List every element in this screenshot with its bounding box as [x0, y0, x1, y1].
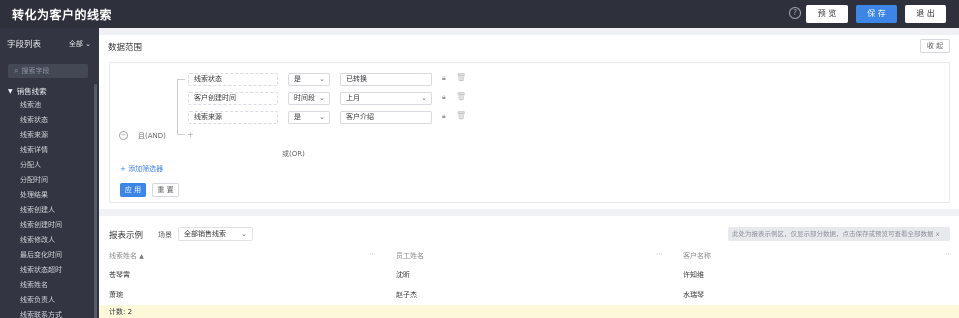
field-item[interactable]: 最后变化时间	[0, 248, 99, 263]
exit-button[interactable]: 退 出	[905, 5, 946, 23]
condition-operator-select[interactable]: 时间段 ⌄	[288, 92, 330, 105]
help-icon[interactable]: ?	[789, 7, 801, 19]
preview-notice[interactable]: 此处为报表示例区，仅显示部分数据，点击保存或预览可查看全部数据 x	[728, 227, 950, 241]
delete-icon[interactable]: 🗑︎	[456, 92, 466, 101]
delete-icon[interactable]: 🗑︎	[456, 111, 466, 120]
chevron-down-icon: ⌄	[85, 40, 91, 48]
save-button[interactable]: 保 存	[856, 5, 897, 23]
table-cell: 萧琬	[109, 291, 123, 299]
field-item[interactable]: 线索状态	[0, 113, 99, 128]
table-cell: 许知维	[683, 271, 704, 279]
delete-icon[interactable]: 🗑︎	[456, 73, 466, 82]
lock-icon[interactable]: 🔒︎	[442, 93, 446, 102]
condition-operator-select[interactable]: 是 ⌄	[288, 73, 330, 86]
collapse-group-icon[interactable]: −	[119, 131, 128, 140]
field-item[interactable]: 分配时间	[0, 173, 99, 188]
apply-button[interactable]: 应 用	[120, 183, 146, 197]
table-header: 线索姓名 ▲ ⋯ 员工姓名 ⋯ 客户名称 ⋯	[99, 250, 959, 263]
top-bar: 转化为客户的线索 ? 预 览 保 存 退 出	[0, 0, 959, 28]
field-item[interactable]: 线索联系方式	[0, 308, 99, 318]
field-item[interactable]: 线索负责人	[0, 293, 99, 308]
field-list: 线索池 线索状态 线索来源 线索详情 分配人 分配时间 处理结果 线索创建人 线…	[0, 98, 99, 318]
field-filter-label: 全部	[68, 40, 83, 48]
scene-select[interactable]: 全部销售线索 ⌄	[178, 227, 253, 241]
collapse-button[interactable]: 收 起	[920, 39, 950, 53]
field-item[interactable]: 线索来源	[0, 128, 99, 143]
field-item[interactable]: 线索姓名	[0, 278, 99, 293]
field-group-sales-leads[interactable]: ▼ 销售线索	[0, 84, 99, 98]
condition-field-select[interactable]: 线索来源	[188, 111, 278, 124]
data-range-panel: 数据范围 收 起 − 且(AND) 线索状态 是 ⌄ 已转换 🔒︎ 🗑︎ 客户创建…	[99, 35, 959, 209]
condition-operator-select[interactable]: 是 ⌄	[288, 111, 330, 124]
preview-button[interactable]: 预 览	[806, 5, 848, 23]
column-menu-icon[interactable]: ⋯	[945, 250, 952, 258]
condition-operator-value: 时间段	[294, 94, 315, 102]
and-bracket	[177, 79, 185, 135]
condition-value-input[interactable]: 客户介绍	[340, 111, 432, 124]
reset-button[interactable]: 重 置	[152, 183, 179, 197]
column-header[interactable]: 客户名称	[683, 251, 711, 261]
condition-field-select[interactable]: 客户创建时间	[188, 92, 278, 105]
table-cell: 苍琴霄	[109, 271, 130, 279]
table-cell: 赵子杰	[396, 291, 417, 299]
add-condition-icon[interactable]: +	[187, 130, 194, 139]
column-header-label: 线索姓名	[109, 252, 137, 260]
lock-icon[interactable]: 🔒︎	[442, 74, 446, 83]
field-item[interactable]: 分配人	[0, 158, 99, 173]
chevron-down-icon: ⌄	[241, 230, 247, 238]
table-cell: 水瑞琴	[683, 291, 704, 299]
sidebar-scrollbar[interactable]	[94, 84, 97, 318]
scene-select-value: 全部销售线索	[184, 230, 226, 238]
report-example-title: 报表示例	[109, 231, 144, 241]
field-list-sidebar: 字段列表 全部 ⌄ ⌕ 搜索字段 ▼ 销售线索 线索池 线索状态 线索来源 线索…	[0, 28, 99, 318]
or-operator-label[interactable]: 或(OR)	[282, 149, 305, 159]
field-item[interactable]: 线索详情	[0, 143, 99, 158]
column-menu-icon[interactable]: ⋯	[369, 250, 376, 258]
sidebar-header: 字段列表 全部 ⌄	[0, 28, 99, 60]
field-item[interactable]: 线索创建时间	[0, 218, 99, 233]
sort-icon: ▲	[139, 253, 144, 260]
scene-label: 场景	[158, 231, 172, 239]
chevron-down-icon: ⌄	[319, 75, 325, 83]
filter-group: − 且(AND) 线索状态 是 ⌄ 已转换 🔒︎ 🗑︎ 客户创建时间 时间段 ⌄ 上…	[109, 62, 950, 203]
row-count: 计数: 2	[109, 308, 133, 316]
condition-field-select[interactable]: 线索状态	[188, 73, 278, 86]
data-range-title: 数据范围	[108, 43, 143, 53]
field-item[interactable]: 线索状态超时	[0, 263, 99, 278]
chevron-down-icon: ⌄	[421, 94, 427, 102]
field-filter-dropdown[interactable]: 全部 ⌄	[69, 39, 91, 49]
column-menu-icon[interactable]: ⋯	[656, 250, 663, 258]
and-operator-label[interactable]: 且(AND)	[138, 131, 166, 141]
table-footer: 计数: 2	[99, 305, 959, 318]
chevron-down-icon: ⌄	[319, 113, 325, 121]
field-item[interactable]: 线索创建人	[0, 203, 99, 218]
column-header[interactable]: 员工姓名	[396, 251, 424, 261]
caret-down-icon: ▼	[8, 87, 13, 95]
sidebar-title: 字段列表	[7, 40, 42, 50]
condition-operator-value: 是	[294, 113, 301, 121]
report-example-panel: 报表示例 场景 全部销售线索 ⌄ 此处为报表示例区，仅显示部分数据，点击保存或预…	[99, 216, 959, 318]
condition-operator-value: 是	[294, 75, 301, 83]
page-title: 转化为客户的线索	[12, 7, 113, 22]
field-search-placeholder: 搜索字段	[21, 67, 50, 75]
condition-value-select[interactable]: 上月 ⌄	[340, 92, 432, 105]
column-header[interactable]: 线索姓名 ▲	[109, 251, 144, 261]
condition-value-input[interactable]: 已转换	[340, 73, 432, 86]
table-cell: 沈昕	[396, 271, 410, 279]
field-item[interactable]: 线索池	[0, 98, 99, 113]
field-search-input[interactable]: ⌕ 搜索字段	[8, 64, 88, 78]
field-item[interactable]: 处理结果	[0, 188, 99, 203]
chevron-down-icon: ⌄	[319, 94, 325, 102]
add-filter-link[interactable]: + 添加筛选器	[120, 164, 163, 174]
field-item[interactable]: 线索修改人	[0, 233, 99, 248]
condition-value-text: 上月	[346, 94, 360, 102]
search-icon: ⌕	[14, 66, 19, 75]
field-group-label: 销售线索	[16, 86, 47, 96]
lock-icon[interactable]: 🔒︎	[442, 112, 446, 121]
